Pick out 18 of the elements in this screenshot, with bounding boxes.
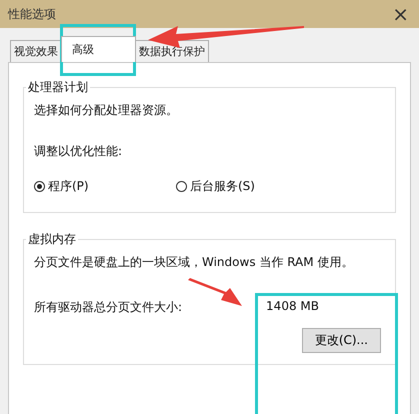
radio-icon[interactable] <box>176 181 187 192</box>
size-value: 1408 MB <box>266 299 319 315</box>
tab[interactable]: 数据执行保护 <box>135 40 209 62</box>
tab[interactable]: 视觉效果 <box>10 40 62 62</box>
radio-option[interactable]: 后台服务(S) <box>176 178 318 195</box>
prompt-label: 调整以优化性能: <box>34 143 124 160</box>
group-title: 虚拟内存 <box>27 231 77 248</box>
description-text: 分页文件是硬盘上的一块区域，Windows 当作 RAM 使用。 <box>34 254 354 271</box>
change-button[interactable]: 更改(C)... <box>302 328 381 353</box>
window-title: 性能选项 <box>8 6 56 22</box>
radio-icon[interactable] <box>34 181 45 192</box>
tab[interactable]: 高级 <box>61 36 136 62</box>
arrow-drawing <box>188 278 244 308</box>
size-label: 所有驱动器总分页文件大小: <box>34 299 182 316</box>
close-button[interactable]: × <box>388 4 413 24</box>
group-title: 处理器计划 <box>27 79 89 96</box>
radio-option[interactable]: 程序(P) <box>34 178 176 195</box>
description-text: 选择如何分配处理器资源。 <box>34 102 179 119</box>
